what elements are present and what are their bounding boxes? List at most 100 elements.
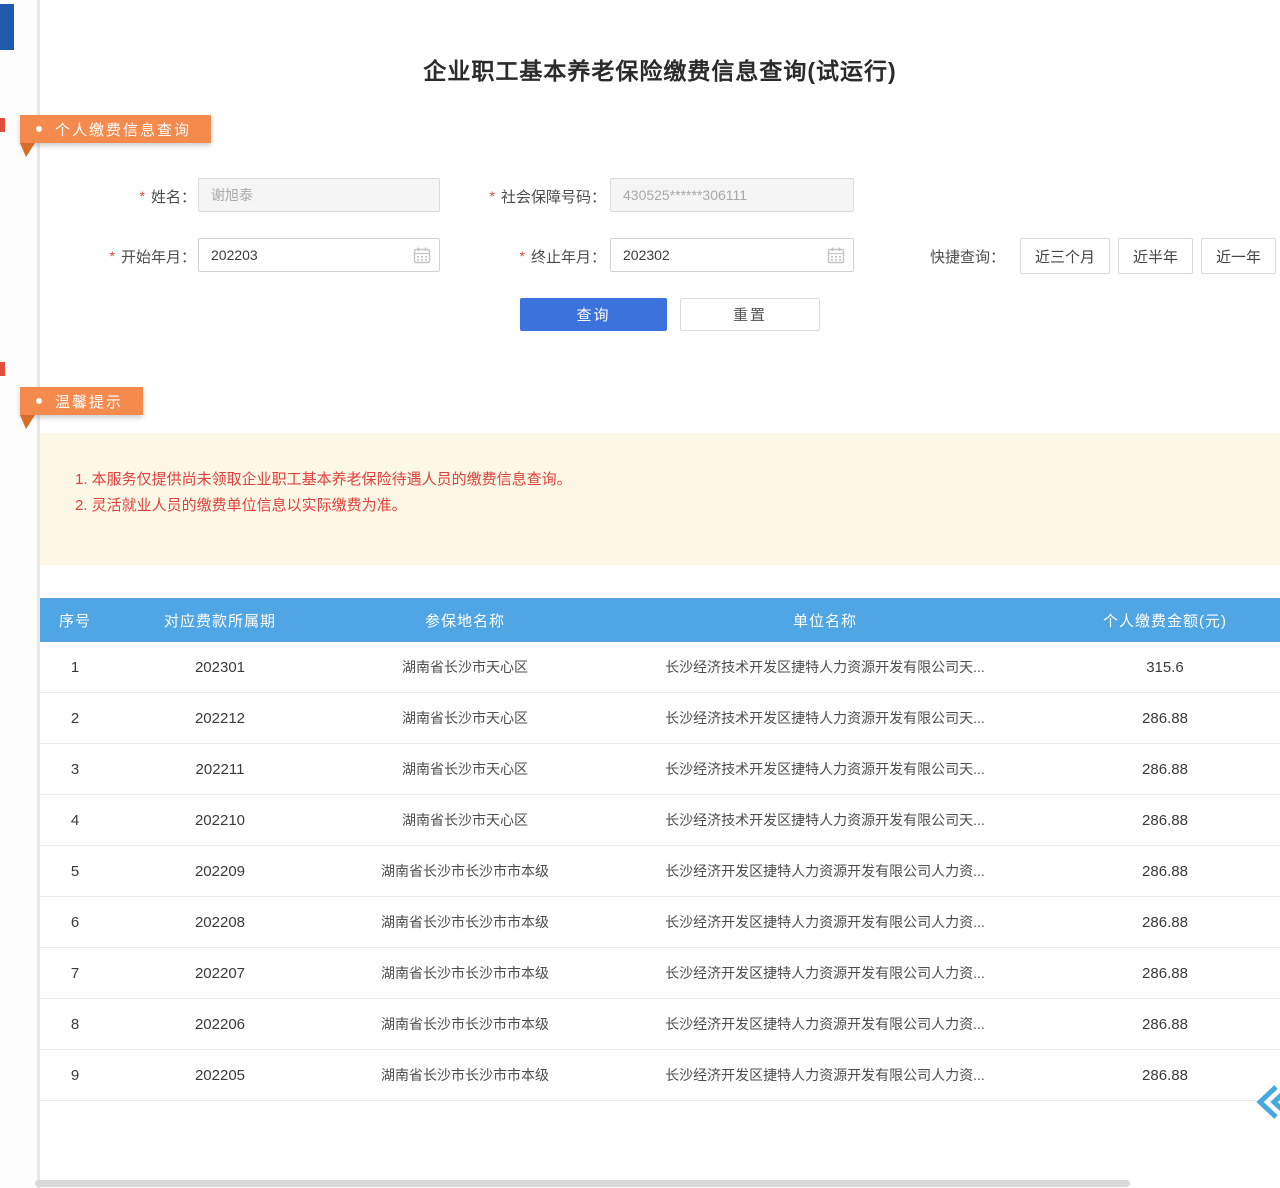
cell-period: 202205 [110, 1050, 330, 1101]
column-header-amount: 个人缴费金额(元) [1050, 598, 1280, 642]
cell-amount: 286.88 [1050, 1050, 1280, 1101]
cell-period: 202301 [110, 642, 330, 693]
quick-btn-last-year[interactable]: 近一年 [1201, 238, 1276, 274]
start-date-label: *开始年月： [60, 246, 196, 266]
table-row: 1 202301 湖南省长沙市天心区 长沙经济技术开发区捷特人力资源开发有限公司… [40, 642, 1280, 693]
table-row: 2 202212 湖南省长沙市天心区 长沙经济技术开发区捷特人力资源开发有限公司… [40, 693, 1280, 744]
quick-btn-last-3-months[interactable]: 近三个月 [1020, 238, 1110, 274]
start-date-input[interactable] [198, 238, 440, 272]
table-row: 5 202209 湖南省长沙市长沙市市本级 长沙经济开发区捷特人力资源开发有限公… [40, 846, 1280, 897]
table-row: 8 202206 湖南省长沙市长沙市市本级 长沙经济开发区捷特人力资源开发有限公… [40, 999, 1280, 1050]
required-asterisk: * [490, 188, 495, 204]
cell-area: 湖南省长沙市长沙市市本级 [330, 846, 600, 897]
name-label: *姓名： [60, 186, 196, 206]
cell-area: 湖南省长沙市长沙市市本级 [330, 948, 600, 999]
required-asterisk: * [140, 188, 145, 204]
cell-period: 202207 [110, 948, 330, 999]
cell-area: 湖南省长沙市天心区 [330, 642, 600, 693]
ssn-label: *社会保障号码： [450, 186, 606, 206]
cell-period: 202208 [110, 897, 330, 948]
section-badge-tips: 温馨提示 [20, 387, 143, 415]
name-field-wrap [198, 178, 440, 212]
results-table: 序号 对应费款所属期 参保地名称 单位名称 个人缴费金额(元) 1 202301… [40, 598, 1280, 1101]
table-row: 9 202205 湖南省长沙市长沙市市本级 长沙经济开发区捷特人力资源开发有限公… [40, 1050, 1280, 1101]
cell-serial: 2 [40, 693, 110, 744]
cell-serial: 4 [40, 795, 110, 846]
quick-query-group: 近三个月 近半年 近一年 [1020, 238, 1276, 274]
cell-amount: 286.88 [1050, 897, 1280, 948]
reset-button[interactable]: 重置 [680, 298, 820, 331]
column-header-serial: 序号 [40, 598, 110, 642]
cell-unit: 长沙经济技术开发区捷特人力资源开发有限公司天... [600, 795, 1050, 846]
rail-marker [0, 362, 5, 376]
double-chevron-left-icon[interactable] [1252, 1080, 1280, 1124]
cell-period: 202211 [110, 744, 330, 795]
notice-line: 1. 本服务仅提供尚未领取企业职工基本养老保险待遇人员的缴费信息查询。 [75, 467, 1260, 493]
cell-period: 202209 [110, 846, 330, 897]
cell-unit: 长沙经济开发区捷特人力资源开发有限公司人力资... [600, 846, 1050, 897]
end-date-input[interactable] [610, 238, 854, 272]
cell-period: 202212 [110, 693, 330, 744]
cell-area: 湖南省长沙市天心区 [330, 744, 600, 795]
notice-box: 1. 本服务仅提供尚未领取企业职工基本养老保险待遇人员的缴费信息查询。 2. 灵… [40, 433, 1280, 565]
cell-unit: 长沙经济开发区捷特人力资源开发有限公司人力资... [600, 1050, 1050, 1101]
cell-area: 湖南省长沙市长沙市市本级 [330, 999, 600, 1050]
cell-area: 湖南省长沙市天心区 [330, 795, 600, 846]
cell-amount: 286.88 [1050, 846, 1280, 897]
section-badge-label: 温馨提示 [55, 391, 123, 412]
query-button[interactable]: 查询 [520, 298, 667, 331]
cell-amount: 286.88 [1050, 795, 1280, 846]
table-row: 4 202210 湖南省长沙市天心区 长沙经济技术开发区捷特人力资源开发有限公司… [40, 795, 1280, 846]
cell-period: 202206 [110, 999, 330, 1050]
cell-amount: 286.88 [1050, 693, 1280, 744]
page-title: 企业职工基本养老保险缴费信息查询(试运行) [40, 52, 1280, 86]
notice-line: 2. 灵活就业人员的缴费单位信息以实际缴费为准。 [75, 493, 1260, 519]
cell-area: 湖南省长沙市长沙市市本级 [330, 897, 600, 948]
cell-serial: 6 [40, 897, 110, 948]
column-header-unit: 单位名称 [600, 598, 1050, 642]
ssn-field-wrap [610, 178, 854, 212]
cell-serial: 7 [40, 948, 110, 999]
bullet-dot-icon [36, 398, 42, 404]
cell-unit: 长沙经济开发区捷特人力资源开发有限公司人力资... [600, 999, 1050, 1050]
results-table-body: 1 202301 湖南省长沙市天心区 长沙经济技术开发区捷特人力资源开发有限公司… [40, 642, 1280, 1101]
cell-serial: 8 [40, 999, 110, 1050]
cell-unit: 长沙经济技术开发区捷特人力资源开发有限公司天... [600, 744, 1050, 795]
cell-area: 湖南省长沙市天心区 [330, 693, 600, 744]
cell-unit: 长沙经济开发区捷特人力资源开发有限公司人力资... [600, 948, 1050, 999]
section-badge-personal-query: 个人缴费信息查询 [20, 115, 211, 143]
cell-serial: 3 [40, 744, 110, 795]
calendar-icon[interactable] [412, 245, 432, 265]
quick-btn-last-half-year[interactable]: 近半年 [1118, 238, 1193, 274]
results-table-header: 序号 对应费款所属期 参保地名称 单位名称 个人缴费金额(元) [40, 598, 1280, 642]
column-header-area: 参保地名称 [330, 598, 600, 642]
cell-area: 湖南省长沙市长沙市市本级 [330, 1050, 600, 1101]
bullet-dot-icon [36, 126, 42, 132]
horizontal-scrollbar[interactable] [35, 1180, 1130, 1187]
required-asterisk: * [520, 248, 525, 264]
sidebar-corner-block [0, 4, 14, 50]
column-header-period: 对应费款所属期 [110, 598, 330, 642]
cell-unit: 长沙经济开发区捷特人力资源开发有限公司人力资... [600, 897, 1050, 948]
page: 企业职工基本养老保险缴费信息查询(试运行) 个人缴费信息查询 *姓名： *社会保… [0, 0, 1280, 1188]
cell-unit: 长沙经济技术开发区捷特人力资源开发有限公司天... [600, 693, 1050, 744]
cell-amount: 286.88 [1050, 744, 1280, 795]
calendar-icon[interactable] [826, 245, 846, 265]
left-rail [0, 0, 40, 1188]
cell-serial: 5 [40, 846, 110, 897]
cell-unit: 长沙经济技术开发区捷特人力资源开发有限公司天... [600, 642, 1050, 693]
section-badge-label: 个人缴费信息查询 [55, 119, 191, 140]
cell-amount: 286.88 [1050, 999, 1280, 1050]
table-row: 7 202207 湖南省长沙市长沙市市本级 长沙经济开发区捷特人力资源开发有限公… [40, 948, 1280, 999]
cell-serial: 9 [40, 1050, 110, 1101]
table-row: 3 202211 湖南省长沙市天心区 长沙经济技术开发区捷特人力资源开发有限公司… [40, 744, 1280, 795]
cell-amount: 286.88 [1050, 948, 1280, 999]
name-input [198, 178, 440, 212]
cell-serial: 1 [40, 642, 110, 693]
rail-marker [0, 118, 5, 132]
ssn-input [610, 178, 854, 212]
end-date-field-wrap [610, 238, 854, 272]
required-asterisk: * [110, 248, 115, 264]
cell-amount: 315.6 [1050, 642, 1280, 693]
start-date-field-wrap [198, 238, 440, 272]
